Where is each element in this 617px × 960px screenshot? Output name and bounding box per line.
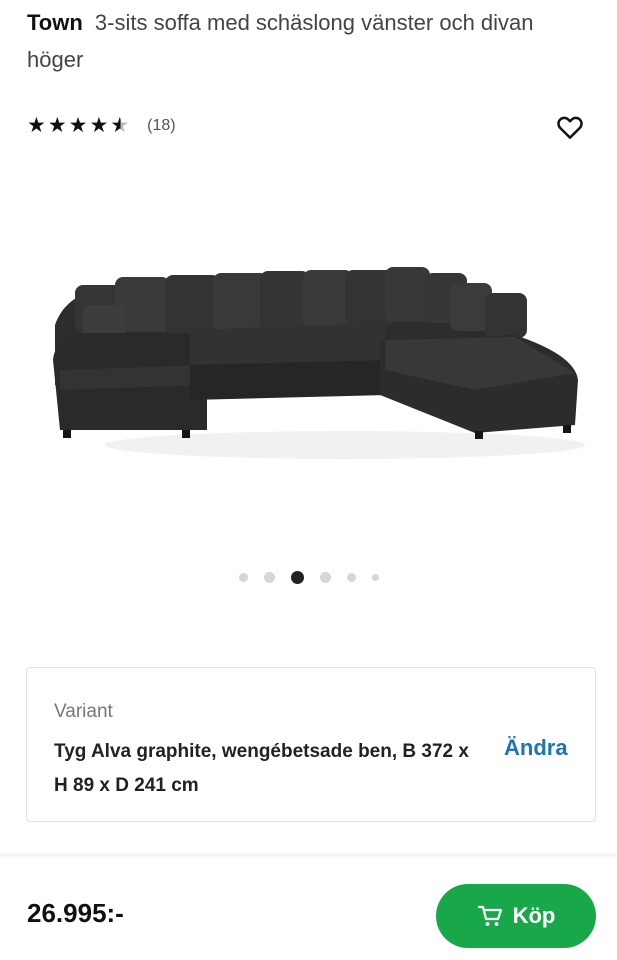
star-icon: ★ — [68, 114, 88, 137]
pagination-dot[interactable] — [263, 572, 275, 583]
variant-value: Tyg Alva graphite, wengébetsade ben, B 3… — [54, 741, 469, 796]
pagination-dot[interactable] — [346, 573, 356, 582]
product-image[interactable] — [45, 255, 585, 475]
star-icon: ★ — [47, 114, 67, 137]
product-title: Town 3-sits soffa med schäslong vänster … — [27, 4, 587, 78]
rating-stars: ★ ★ ★ ★ ★ — [27, 114, 129, 138]
product-name: 3-sits soffa med schäslong vänster och d… — [27, 10, 534, 72]
star-icon: ★ — [89, 114, 109, 137]
star-icon: ★ — [27, 114, 46, 137]
rating[interactable]: ★ ★ ★ ★ ★ (18) — [27, 114, 176, 138]
buy-button-label: Köp — [512, 903, 556, 928]
rating-count: (18) — [147, 117, 176, 134]
variant-label: Variant — [54, 701, 113, 722]
footer-divider — [0, 854, 617, 858]
pagination-dot-active[interactable] — [290, 571, 304, 584]
image-pagination — [0, 571, 617, 584]
pagination-dot[interactable] — [238, 573, 248, 582]
buy-button[interactable]: Köp — [436, 884, 596, 948]
brand-name: Town — [27, 10, 83, 35]
pagination-dot[interactable] — [319, 572, 331, 583]
price: 26.995:- — [27, 898, 124, 928]
change-variant-link[interactable]: Ändra — [504, 735, 568, 761]
heart-icon[interactable] — [555, 112, 585, 142]
pagination-dot[interactable] — [371, 574, 379, 581]
star-half-icon: ★ — [110, 114, 130, 137]
cart-icon — [477, 904, 503, 928]
variant-card: Variant Tyg Alva graphite, wengébetsade … — [26, 667, 596, 822]
